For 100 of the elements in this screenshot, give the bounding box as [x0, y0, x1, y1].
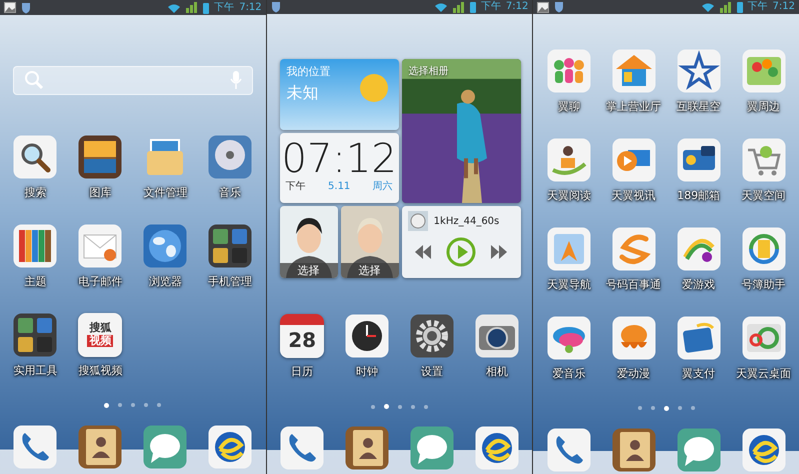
app-label[interactable]: 天翼导航	[546, 277, 591, 292]
app-label[interactable]: 文件管理	[143, 184, 188, 200]
clock-date: 5.11	[328, 181, 350, 192]
weather-widget[interactable]: 我的位置 未知	[280, 59, 399, 130]
app-label[interactable]: 日历	[291, 364, 314, 380]
app-label[interactable]: 图库	[89, 184, 112, 200]
phone-icon[interactable]	[546, 428, 591, 472]
shield-icon	[21, 2, 31, 14]
app-label[interactable]: 实用工具	[13, 362, 58, 378]
app-label[interactable]: 搜索	[24, 184, 46, 200]
navigation-icon[interactable]	[546, 227, 591, 272]
app-label[interactable]: 号簿助手	[742, 277, 786, 292]
page-indicator-dot[interactable]	[424, 404, 428, 409]
logo-text: 视频	[87, 334, 114, 348]
chat-icon[interactable]	[143, 424, 188, 469]
camera-icon[interactable]	[474, 314, 519, 358]
play-icon[interactable]	[612, 138, 656, 182]
browser-icon[interactable]	[742, 428, 786, 472]
browser-icon[interactable]	[208, 424, 252, 469]
previous-button[interactable]	[415, 245, 432, 260]
app-label[interactable]: 浏览器	[148, 274, 182, 288]
app-label[interactable]: 主题	[24, 274, 46, 288]
app-label[interactable]: 翼支付	[682, 366, 716, 382]
battery-icon	[470, 1, 476, 14]
status-time: 7:12	[772, 2, 796, 12]
app-label[interactable]: 掌上营业厅	[606, 99, 662, 114]
page-indicator-dot[interactable]	[690, 406, 695, 410]
app-label[interactable]: 爱游戏	[682, 277, 716, 292]
app-label[interactable]: 天翼云桌面	[736, 366, 792, 382]
page-indicator-dot[interactable]	[678, 406, 682, 410]
search-field[interactable]	[13, 66, 253, 94]
status-time: 7:12	[239, 2, 262, 12]
contacts-icon[interactable]	[78, 424, 122, 469]
page-indicator-dot[interactable]	[104, 402, 110, 408]
page-indicator-dot[interactable]	[157, 403, 162, 408]
app-label[interactable]: 设置	[420, 364, 443, 380]
cart-icon[interactable]	[742, 138, 786, 182]
album-widget[interactable]: 选择相册	[402, 59, 521, 204]
app-label[interactable]: 189邮箱	[677, 188, 720, 204]
app-label[interactable]: 号码百事通	[606, 277, 662, 292]
wifi-icon	[167, 2, 182, 12]
reader-icon[interactable]	[546, 138, 591, 182]
image-icon	[537, 2, 550, 13]
page-indicator-dot[interactable]	[371, 404, 375, 409]
page-indicator-dot[interactable]	[118, 403, 122, 408]
shield-icon	[554, 1, 564, 14]
app-label[interactable]: 天翼阅读	[546, 188, 591, 204]
contact-widget[interactable]: 选择	[340, 206, 399, 278]
app-label[interactable]: 互联星空	[676, 99, 721, 114]
globe-icon[interactable]	[143, 224, 188, 268]
app-label[interactable]: 翼聊	[558, 99, 580, 114]
clock-time: 07:12	[282, 137, 397, 182]
page-indicator-dot[interactable]	[664, 406, 669, 411]
envelope-icon[interactable]	[78, 224, 122, 268]
chat-icon[interactable]	[676, 428, 721, 472]
settings-icon[interactable]	[410, 314, 454, 358]
page-indicator-dot[interactable]	[650, 406, 655, 410]
app-label[interactable]: 爱动漫	[617, 366, 650, 382]
page-indicator-dot[interactable]	[411, 404, 415, 409]
app-label[interactable]: 手机管理	[208, 274, 252, 288]
contact-widget[interactable]: 选择	[280, 206, 338, 278]
contact-label: 选择	[340, 263, 399, 278]
house-icon[interactable]	[612, 49, 656, 94]
app-label[interactable]: 天翼空间	[742, 188, 786, 204]
page-indicator-dot[interactable]	[131, 403, 136, 408]
page-indicator-dot[interactable]	[398, 404, 402, 409]
app-label[interactable]: 相机	[486, 364, 508, 380]
clock-widget[interactable]: 07:12 下午 5.11 周六	[280, 133, 399, 204]
app-label[interactable]: 搜狐视频	[78, 362, 122, 378]
magnifier-icon[interactable]	[13, 134, 58, 178]
app-label[interactable]: 天翼视讯	[612, 188, 656, 204]
app-label[interactable]: 音乐	[219, 184, 242, 200]
tile-grid-icon[interactable]	[13, 312, 58, 356]
browser-icon[interactable]	[474, 426, 519, 470]
page-indicator-dot[interactable]	[384, 404, 389, 410]
phone-icon[interactable]	[280, 426, 324, 470]
phone-icon[interactable]	[13, 424, 58, 469]
clock-weekday: 周六	[372, 181, 393, 192]
sunset-icon[interactable]	[78, 134, 122, 178]
app-label[interactable]: 时钟	[356, 364, 378, 380]
chat-icon[interactable]	[410, 426, 454, 470]
people-icon[interactable]	[546, 49, 591, 94]
app-label[interactable]: 电子邮件	[78, 274, 122, 288]
status-period: 下午	[214, 2, 234, 12]
swirl-icon[interactable]	[612, 227, 656, 272]
page-indicator-dot[interactable]	[638, 406, 642, 410]
app-label[interactable]: 翼周边	[747, 99, 780, 114]
pencils-icon[interactable]	[13, 224, 58, 268]
app-label[interactable]: 爱音乐	[552, 366, 586, 382]
calendar-icon[interactable]: 28	[280, 314, 324, 358]
clock-icon[interactable]	[345, 314, 390, 358]
video-app-icon[interactable]: 搜狐 视频	[78, 312, 122, 356]
status-period: 下午	[748, 2, 768, 12]
wallet-icon[interactable]	[676, 316, 721, 360]
next-button[interactable]	[491, 245, 508, 260]
contacts-icon[interactable]	[612, 428, 656, 472]
page-indicator-dot[interactable]	[144, 403, 148, 408]
album-art-icon	[408, 211, 428, 232]
tile-grid-icon[interactable]	[208, 224, 252, 268]
contacts-icon[interactable]	[345, 426, 390, 470]
